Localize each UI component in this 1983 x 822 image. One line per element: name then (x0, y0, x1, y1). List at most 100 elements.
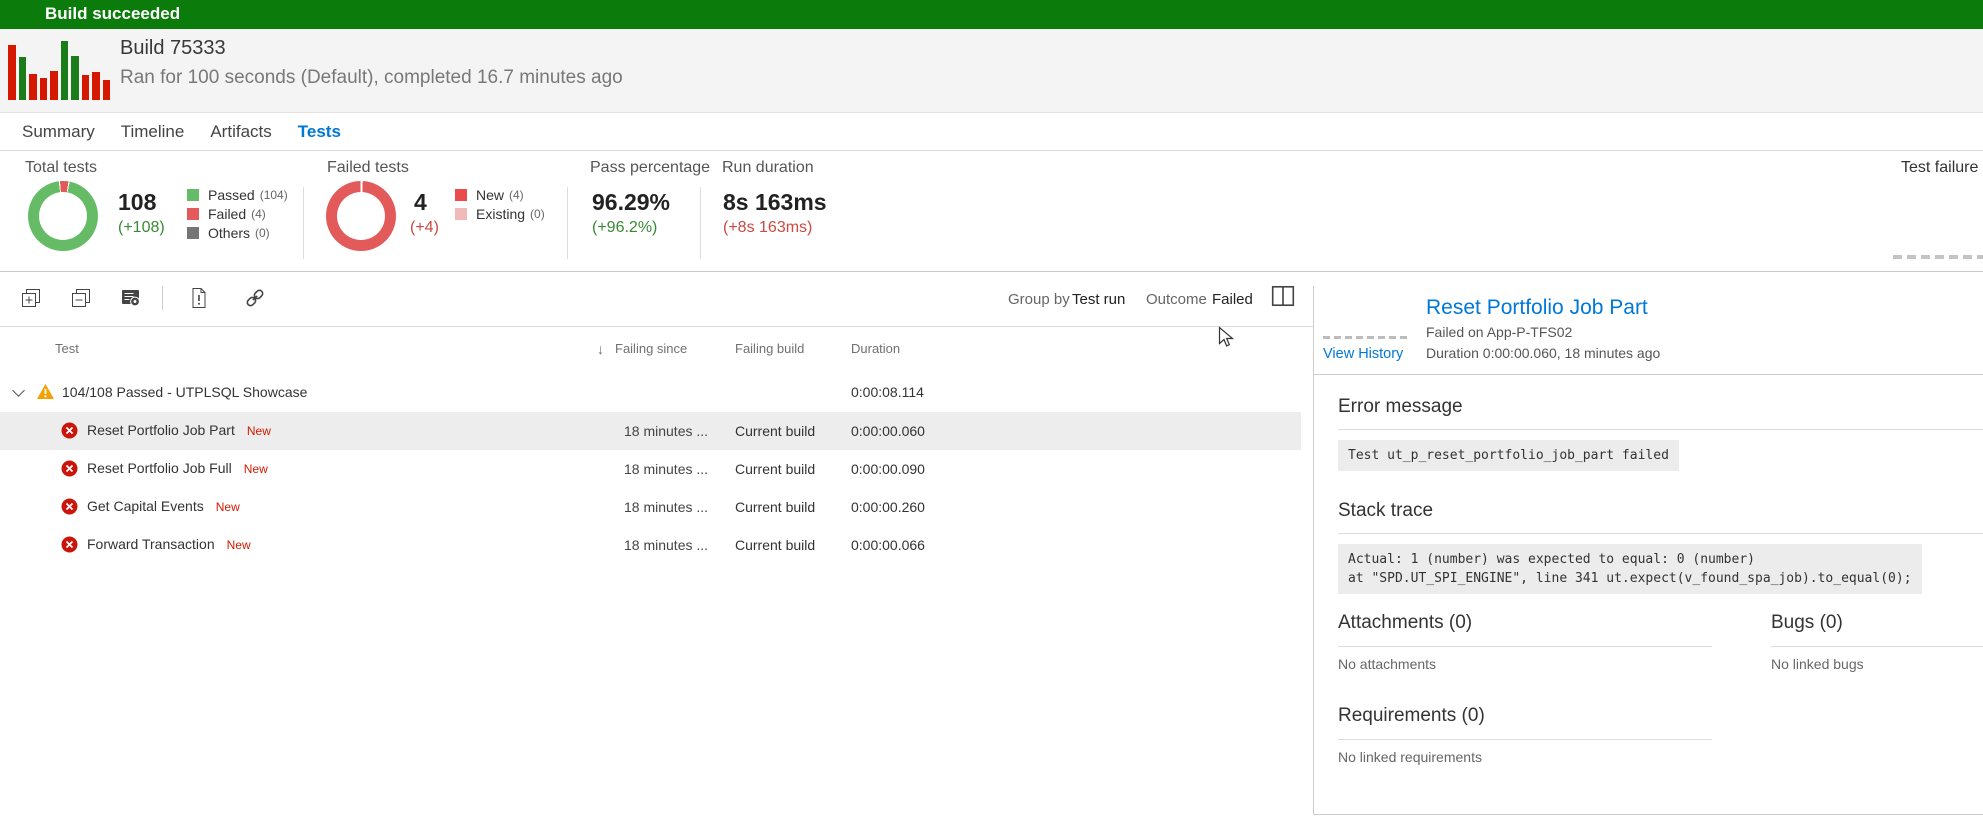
requirements-heading: Requirements (0) (1338, 705, 1485, 727)
failing-build-cell[interactable]: Current build (735, 423, 815, 439)
failed-tests-donut-chart (326, 181, 396, 251)
outcome-dropdown[interactable]: Failed (1212, 291, 1253, 308)
new-badge: New (244, 462, 268, 476)
pass-percentage-delta: (+96.2%) (592, 219, 657, 237)
detail-header-border (1314, 374, 1983, 375)
failed-swatch-icon (187, 208, 199, 220)
detail-bottom-border (1314, 814, 1983, 815)
column-header-failing-since[interactable]: Failing since (615, 341, 687, 356)
table-row-get-capital-events[interactable]: Get Capital Events New 18 minutes ... Cu… (0, 488, 1301, 526)
test-name[interactable]: Reset Portfolio Job Part (87, 422, 235, 438)
expand-all-icon[interactable] (20, 287, 42, 309)
build-title: Build 75333 (120, 37, 226, 60)
others-swatch-icon (187, 227, 199, 239)
no-attachments-text: No attachments (1338, 656, 1436, 672)
legend-count: (4) (251, 207, 266, 221)
stack-trace-line1: Actual: 1 (number) was expected to equal… (1348, 552, 1755, 567)
stats-divider (700, 187, 701, 259)
column-header-failing-build[interactable]: Failing build (735, 341, 804, 356)
legend-count: (4) (509, 188, 524, 202)
outcome-label: Outcome (1146, 291, 1207, 308)
tab-timeline[interactable]: Timeline (121, 122, 185, 142)
stack-trace-heading: Stack trace (1338, 500, 1433, 522)
legend-item-passed: Passed (104) (187, 185, 288, 204)
chevron-down-icon[interactable] (12, 384, 25, 397)
new-swatch-icon (455, 189, 467, 201)
total-tests-value: 108 (118, 189, 156, 216)
failed-tests-value: 4 (414, 189, 427, 216)
column-header-duration[interactable]: Duration (851, 341, 900, 356)
failed-test-icon (61, 536, 78, 553)
failed-test-icon (61, 498, 78, 515)
legend-count: (0) (255, 226, 270, 240)
legend-label: New (476, 187, 504, 203)
pass-percentage-label: Pass percentage (590, 159, 710, 177)
table-row-reset-portfolio-job-full[interactable]: Reset Portfolio Job Full New 18 minutes … (0, 450, 1301, 488)
failing-since-cell: 18 minutes ... (624, 499, 708, 515)
table-row-forward-transaction[interactable]: Forward Transaction New 18 minutes ... C… (0, 526, 1301, 564)
tab-summary[interactable]: Summary (22, 122, 95, 142)
failed-tests-label: Failed tests (327, 159, 409, 177)
test-detail-pane: Reset Portfolio Job Part View History Fa… (1314, 272, 1983, 822)
error-message-text: Test ut_p_reset_portfolio_job_part faile… (1338, 440, 1679, 471)
section-underline (1771, 646, 1983, 647)
collapse-all-icon[interactable] (70, 287, 92, 309)
duration-cell: 0:00:00.066 (851, 537, 925, 553)
failing-since-cell: 18 minutes ... (624, 537, 708, 553)
build-header: Build 75333 Ran for 100 seconds (Default… (0, 29, 1983, 113)
detail-duration-text: Duration 0:00:00.060, 18 minutes ago (1426, 345, 1660, 361)
build-bars-icon (8, 41, 112, 100)
legend-label: Failed (208, 206, 246, 222)
section-underline (1338, 646, 1712, 647)
test-failures-section-label: Test failure (1901, 159, 1978, 177)
failing-build-cell[interactable]: Current build (735, 537, 815, 553)
legend-item-failed: Failed (4) (187, 204, 288, 223)
duration-cell: 0:00:08.114 (851, 384, 924, 400)
split-view-icon[interactable] (1270, 283, 1296, 309)
column-header-test[interactable]: Test (55, 341, 79, 356)
new-badge: New (247, 424, 271, 438)
legend-label: Others (208, 225, 250, 241)
legend-item-new: New (4) (455, 185, 545, 204)
legend-count: (0) (530, 207, 545, 221)
failed-tests-legend: New (4) Existing (0) (455, 185, 545, 223)
test-stats-strip: Total tests 108 (+108) Passed (104) Fail… (0, 150, 1983, 272)
sort-descending-icon: ↓ (597, 341, 604, 357)
failing-since-cell: 18 minutes ... (624, 423, 708, 439)
legend-label: Existing (476, 206, 525, 222)
copy-link-icon[interactable] (244, 287, 266, 309)
legend-label: Passed (208, 187, 255, 203)
section-underline (1338, 533, 1983, 534)
run-duration-delta: (+8s 163ms) (723, 219, 812, 237)
total-tests-label: Total tests (25, 159, 97, 177)
failing-build-cell[interactable]: Current build (735, 461, 815, 477)
run-duration-value: 8s 163ms (723, 189, 827, 216)
tab-tests[interactable]: Tests (298, 122, 341, 142)
view-history-link[interactable]: View History (1323, 346, 1403, 362)
build-tests-page: Build succeeded Build 75333 Ran for 100 … (0, 0, 1983, 822)
stats-divider (303, 187, 304, 259)
toolbar-divider (162, 286, 163, 310)
group-by-dropdown[interactable]: Test run (1072, 291, 1125, 308)
stack-trace-line2: at "SPD.UT_SPI_ENGINE", line 341 ut.expe… (1348, 571, 1912, 586)
test-group-row[interactable]: 104/108 Passed - UTPLSQL Showcase 0:00:0… (0, 373, 1301, 411)
error-details-document-icon[interactable] (188, 287, 210, 309)
existing-swatch-icon (455, 208, 467, 220)
table-row-reset-portfolio-job-part[interactable]: Reset Portfolio Job Part New 18 minutes … (0, 412, 1301, 450)
duration-cell: 0:00:00.090 (851, 461, 925, 477)
column-options-icon[interactable] (120, 287, 142, 309)
build-status-text: Build succeeded (45, 4, 180, 24)
detail-test-title: Reset Portfolio Job Part (1426, 296, 1648, 320)
duration-cell: 0:00:00.060 (851, 423, 925, 439)
legend-count: (104) (260, 188, 288, 202)
test-name[interactable]: Get Capital Events (87, 498, 204, 514)
failing-build-cell[interactable]: Current build (735, 499, 815, 515)
test-name[interactable]: Reset Portfolio Job Full (87, 460, 232, 476)
warning-icon (36, 383, 55, 400)
legend-item-others: Others (0) (187, 223, 288, 242)
pass-percentage-value: 96.29% (592, 189, 670, 216)
test-name[interactable]: Forward Transaction (87, 536, 215, 552)
tab-artifacts[interactable]: Artifacts (210, 122, 271, 142)
total-tests-donut-chart (28, 181, 98, 251)
legend-item-existing: Existing (0) (455, 204, 545, 223)
